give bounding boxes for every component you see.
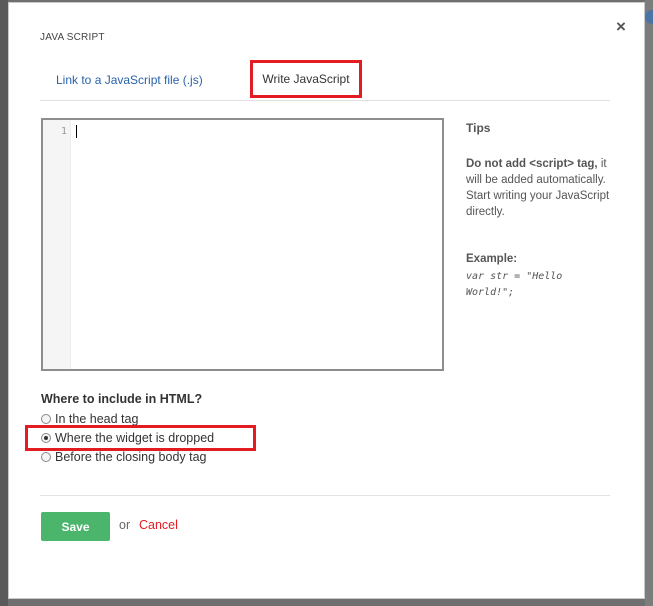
footer-divider [40, 495, 610, 496]
tab-write-javascript[interactable]: Write JavaScript [250, 60, 362, 98]
javascript-dialog: JAVA SCRIPT × Link to a JavaScript file … [8, 2, 645, 599]
tips-text: Do not add <script> tag, it will be adde… [466, 156, 616, 220]
line-number: 1 [60, 126, 67, 137]
include-title: Where to include in HTML? [41, 392, 203, 406]
backdrop-right [645, 0, 653, 606]
backdrop-left [0, 0, 8, 606]
radio-label: Before the closing body tag [55, 449, 207, 464]
cancel-link[interactable]: Cancel [139, 518, 178, 532]
background-icon [645, 10, 653, 24]
example-code: var str = "Hello World!"; [466, 271, 563, 298]
editor-gutter: 1 [43, 120, 71, 369]
example-label: Example: [466, 253, 518, 265]
highlight-box [25, 425, 256, 451]
tab-link-js-file[interactable]: Link to a JavaScript file (.js) [56, 73, 203, 87]
radio-label: In the head tag [55, 411, 139, 426]
close-icon[interactable]: × [610, 16, 632, 38]
tips-text-bold: Do not add <script> tag, [466, 158, 598, 170]
text-cursor [76, 125, 77, 138]
code-editor[interactable]: 1 [41, 118, 444, 371]
tab-bar: Link to a JavaScript file (.js) Write Ja… [40, 60, 610, 101]
radio-icon[interactable] [41, 413, 51, 424]
save-button[interactable]: Save [41, 512, 110, 541]
tips-title: Tips [466, 121, 491, 135]
dialog-title: JAVA SCRIPT [40, 32, 105, 43]
or-text: or [119, 518, 131, 532]
radio-icon[interactable] [41, 451, 51, 462]
